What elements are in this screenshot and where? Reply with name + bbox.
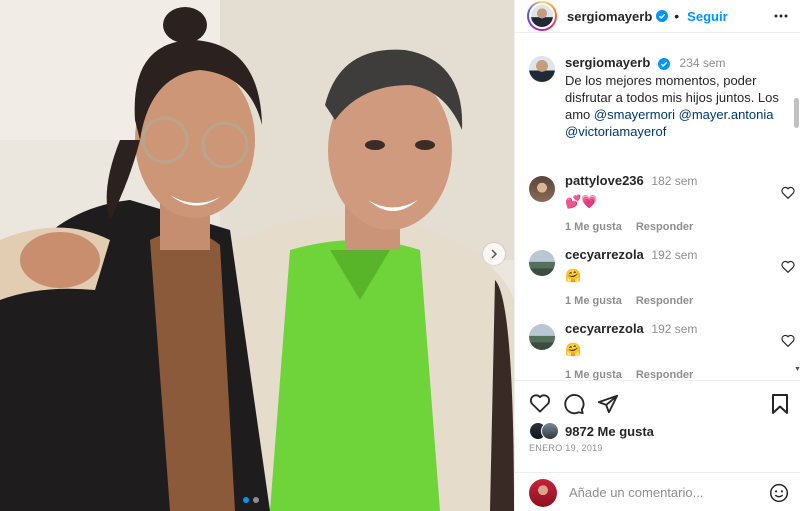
commenter-avatar[interactable] [529, 176, 555, 202]
comment-item: cecyarrezola 192 sem 🤗 1 Me gusta Respon… [529, 246, 795, 310]
commenter-username[interactable]: pattylove236 [565, 173, 644, 188]
current-user-avatar [529, 478, 557, 507]
share-button[interactable] [597, 393, 619, 415]
comment-likes-link[interactable]: 1 Me gusta [565, 293, 622, 310]
comment-button[interactable] [563, 393, 585, 415]
author-username[interactable]: sergiomayerb [567, 9, 652, 24]
post-caption: sergiomayerb 234 sem De los mejores mome… [529, 54, 789, 140]
carousel-dots [243, 497, 259, 503]
like-comment-button[interactable] [781, 260, 795, 276]
comment-time: 182 sem [651, 174, 698, 188]
heart-icon [529, 394, 551, 413]
add-comment-bar [515, 472, 800, 511]
comment-likes-link[interactable]: 1 Me gusta [565, 367, 622, 380]
carousel-next-button[interactable] [483, 243, 505, 265]
commenter-avatar[interactable] [529, 324, 555, 350]
comment-icon [564, 394, 585, 415]
header-separator: • [674, 8, 680, 24]
comment-actions: 1 Me gusta Responder [565, 367, 697, 380]
like-comment-button[interactable] [781, 334, 795, 350]
post-photo[interactable] [0, 0, 514, 511]
more-icon [774, 14, 788, 18]
liker-avatar [541, 422, 559, 440]
carousel-dot [253, 497, 259, 503]
likes-count[interactable]: 9872 Me gusta [565, 424, 654, 439]
comment-actions: 1 Me gusta Responder [565, 219, 697, 236]
comments-scroll-area[interactable]: sergiomayerb 234 sem De los mejores mome… [515, 34, 800, 380]
author-avatar-ring[interactable] [527, 1, 557, 31]
mention-link[interactable]: @mayer.antonia [679, 107, 774, 122]
chevron-right-icon [491, 249, 498, 259]
follow-button[interactable]: Seguir [687, 9, 727, 24]
comment-item: cecyarrezola 192 sem 🤗 1 Me gusta Respon… [529, 320, 795, 380]
emoji-picker-button[interactable] [769, 483, 789, 506]
commenter-username[interactable]: cecyarrezola [565, 321, 644, 336]
share-icon [597, 394, 619, 414]
post-header: sergiomayerb • Seguir [515, 0, 800, 33]
verified-icon [656, 10, 669, 22]
more-options-button[interactable] [773, 8, 789, 27]
photo-image [0, 0, 514, 511]
reply-button[interactable]: Responder [636, 219, 693, 236]
heart-icon [781, 186, 795, 200]
comment-time: 192 sem [651, 322, 698, 336]
comment-body: cecyarrezola 192 sem 🤗 1 Me gusta Respon… [565, 320, 697, 380]
bookmark-icon [772, 394, 788, 414]
mention-link[interactable]: @victoriamayerof [565, 124, 666, 139]
emoji-icon [769, 483, 789, 503]
comment-text: 🤗 [565, 342, 582, 357]
likes-summary[interactable]: 9872 Me gusta [529, 422, 654, 440]
comment-time: 192 sem [651, 248, 698, 262]
comment-actions: 1 Me gusta Responder [565, 293, 697, 310]
mention-link[interactable]: @smayermori [594, 107, 675, 122]
scroll-down-arrow-icon[interactable]: ▼ [794, 366, 800, 373]
post-side-panel: sergiomayerb • Seguir sergiomayerb 234 s… [514, 0, 800, 511]
caption-author-avatar[interactable] [529, 56, 555, 82]
heart-icon [781, 260, 795, 274]
reply-button[interactable]: Responder [636, 293, 693, 310]
author-avatar [529, 3, 555, 29]
post-action-icons [529, 393, 619, 415]
like-comment-button[interactable] [781, 186, 795, 202]
comment-input[interactable] [569, 485, 759, 500]
commenter-avatar[interactable] [529, 250, 555, 276]
caption-body: sergiomayerb 234 sem De los mejores mome… [565, 54, 789, 140]
caption-time: 234 sem [679, 56, 726, 70]
like-button[interactable] [529, 393, 551, 415]
reply-button[interactable]: Responder [636, 367, 693, 380]
verified-icon [657, 57, 670, 70]
comment-text: 💕💗 [565, 194, 598, 209]
comment-text: 🤗 [565, 268, 582, 283]
comment-body: cecyarrezola 192 sem 🤗 1 Me gusta Respon… [565, 246, 697, 310]
post-date[interactable]: ENERO 19, 2019 [529, 443, 603, 453]
comment-likes-link[interactable]: 1 Me gusta [565, 219, 622, 236]
carousel-dot-active [243, 497, 249, 503]
commenter-username[interactable]: cecyarrezola [565, 247, 644, 262]
post-actions-section: 9872 Me gusta ENERO 19, 2019 [515, 380, 800, 511]
caption-username[interactable]: sergiomayerb [565, 55, 650, 70]
comment-body: pattylove236 182 sem 💕💗 1 Me gusta Respo… [565, 172, 697, 236]
comments-scrollbar-thumb[interactable] [794, 98, 799, 128]
save-button[interactable] [771, 393, 789, 415]
comment-item: pattylove236 182 sem 💕💗 1 Me gusta Respo… [529, 172, 795, 236]
heart-icon [781, 334, 795, 348]
